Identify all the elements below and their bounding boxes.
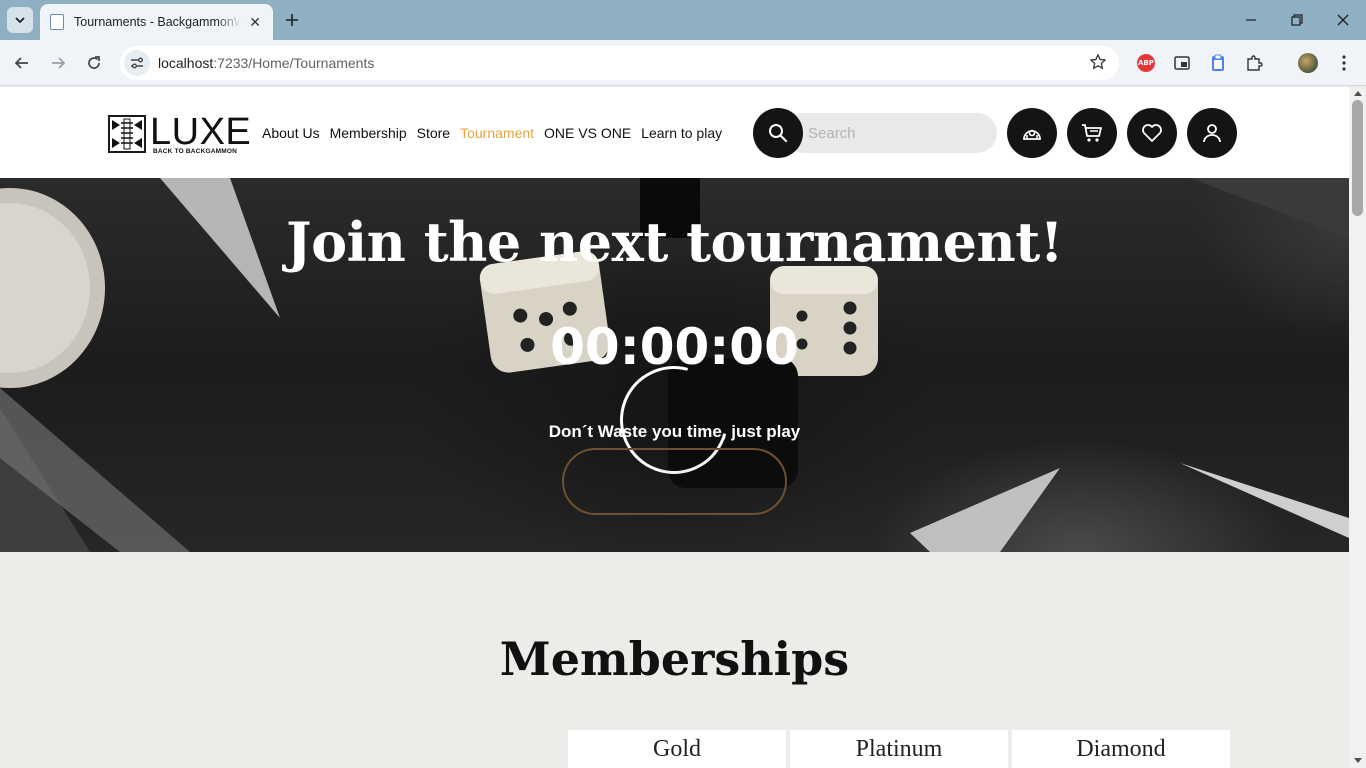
site-search — [753, 108, 997, 158]
backgammon-logo-icon — [108, 115, 146, 153]
site-logo[interactable]: LUXE BACK TO BACKGAMMON — [108, 111, 252, 155]
picture-in-picture-icon — [1174, 56, 1190, 70]
site-info-button[interactable] — [124, 50, 150, 76]
restore-icon — [1291, 14, 1303, 26]
cart-button[interactable] — [1067, 108, 1117, 158]
tab-title: Tournaments - BackgammonWorld — [74, 15, 242, 29]
address-bar[interactable]: localhost:7233/Home/Tournaments — [120, 46, 1119, 80]
search-input[interactable] — [783, 113, 997, 153]
browser-toolbar: localhost:7233/Home/Tournaments ABP — [0, 40, 1366, 86]
picture-in-picture-button[interactable] — [1171, 52, 1193, 74]
close-window-button[interactable] — [1331, 8, 1355, 32]
scroll-down-arrow-icon[interactable] — [1354, 758, 1362, 763]
site-header: LUXE BACK TO BACKGAMMON About Us Members… — [0, 87, 1349, 178]
nav-one-vs-one[interactable]: ONE VS ONE — [544, 125, 631, 141]
profile-button[interactable] — [1297, 52, 1319, 74]
tune-icon — [131, 57, 143, 69]
nav-membership[interactable]: Membership — [330, 125, 407, 141]
heart-icon — [1142, 124, 1162, 142]
browser-menu-button[interactable] — [1333, 52, 1355, 74]
hero-tagline: Don´t Waste you time, just play — [548, 422, 801, 441]
reload-button[interactable] — [82, 51, 106, 75]
back-button[interactable] — [10, 51, 34, 75]
join-tournament-button[interactable] — [562, 448, 787, 515]
plan-gold[interactable]: Gold — [568, 730, 786, 768]
web-page: LUXE BACK TO BACKGAMMON About Us Members… — [0, 87, 1349, 768]
tab-close-button[interactable]: ✕ — [247, 14, 263, 31]
avatar — [1298, 53, 1318, 73]
cart-icon — [1082, 124, 1102, 142]
extensions-button[interactable] — [1243, 52, 1265, 74]
tab-search-button[interactable] — [7, 7, 33, 33]
minimize-button[interactable] — [1239, 8, 1263, 32]
forward-button[interactable] — [46, 51, 70, 75]
plan-platinum[interactable]: Platinum — [790, 730, 1008, 768]
plan-diamond[interactable]: Diamond — [1012, 730, 1230, 768]
url-host: localhost — [158, 55, 214, 71]
chevron-down-icon — [15, 16, 25, 23]
bookmark-button[interactable] — [1089, 53, 1107, 76]
url-path: :7233/Home/Tournaments — [213, 55, 375, 71]
play-online-button[interactable] — [1007, 108, 1057, 158]
close-icon — [1337, 14, 1349, 26]
arrow-left-icon — [14, 57, 28, 69]
wishlist-button[interactable] — [1127, 108, 1177, 158]
page-favicon-icon — [50, 14, 64, 30]
main-navigation: About Us Membership Store Tournament ONE… — [262, 125, 722, 141]
page-scrollbar[interactable] — [1349, 87, 1366, 768]
membership-plans: Gold Platinum Diamond — [568, 730, 1230, 768]
star-icon — [1090, 54, 1106, 70]
minimize-icon — [1246, 19, 1256, 21]
search-icon — [769, 124, 788, 143]
more-vertical-icon — [1342, 55, 1346, 71]
logo-wordmark: LUXE — [150, 111, 252, 153]
browser-tabstrip: Tournaments - BackgammonWorld ✕ — [0, 0, 1366, 40]
nav-learn-to-play[interactable]: Learn to play — [641, 125, 722, 141]
nav-about-us[interactable]: About Us — [262, 125, 320, 141]
plus-icon — [286, 14, 298, 26]
memberships-title: Memberships — [499, 632, 850, 686]
adblock-extension-button[interactable]: ABP — [1135, 52, 1157, 74]
search-button[interactable] — [753, 108, 803, 158]
hero-title: Join the next tournament! — [286, 210, 1063, 274]
restore-button[interactable] — [1285, 8, 1309, 32]
new-tab-button[interactable] — [281, 9, 303, 31]
url-text: localhost:7233/Home/Tournaments — [158, 55, 374, 71]
arrow-right-icon — [52, 57, 66, 69]
account-button[interactable] — [1187, 108, 1237, 158]
reload-icon — [88, 56, 100, 69]
clipboard-icon — [1212, 54, 1224, 71]
logo-subtitle: BACK TO BACKGAMMON — [153, 148, 238, 155]
nav-tournament[interactable]: Tournament — [460, 125, 534, 141]
user-icon — [1203, 124, 1221, 143]
nav-store[interactable]: Store — [417, 125, 450, 141]
game-controller-icon — [1023, 129, 1041, 140]
clipboard-extension-button[interactable] — [1207, 52, 1229, 74]
scrollbar-thumb[interactable] — [1352, 100, 1363, 216]
puzzle-icon — [1247, 55, 1263, 71]
browser-tab-active[interactable]: Tournaments - BackgammonWorld ✕ — [40, 4, 273, 40]
adblock-icon: ABP — [1137, 54, 1155, 72]
scroll-up-arrow-icon[interactable] — [1354, 91, 1362, 96]
tournament-hero: Join the next tournament! 00:00:00 Don´t… — [0, 178, 1349, 552]
